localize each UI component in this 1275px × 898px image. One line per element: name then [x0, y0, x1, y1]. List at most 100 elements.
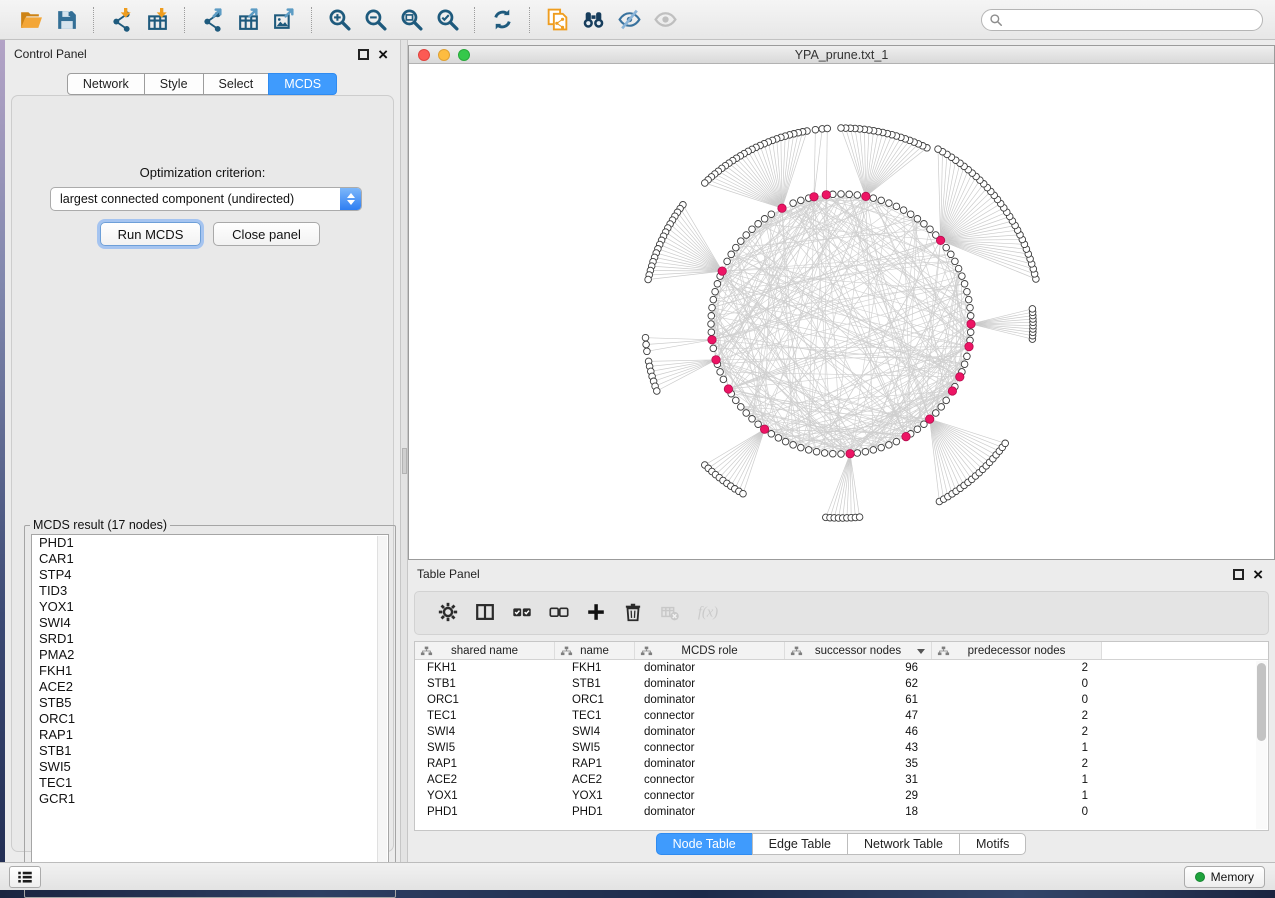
memory-button[interactable]: Memory: [1184, 866, 1265, 888]
copy-network-icon: [545, 7, 570, 32]
mcds-result-item[interactable]: SRD1: [32, 631, 388, 647]
show-all-button[interactable]: [647, 4, 683, 36]
table-row[interactable]: YOX1YOX1connector291: [415, 788, 1268, 804]
show-columns-button[interactable]: [470, 597, 500, 629]
delete-table-button[interactable]: [655, 597, 685, 629]
close-window-icon[interactable]: ×: [378, 49, 388, 60]
mcds-result-item[interactable]: PHD1: [32, 535, 388, 551]
float-window-icon[interactable]: [1233, 569, 1244, 580]
panel-splitter[interactable]: [400, 40, 408, 862]
mcds-result-item[interactable]: FKH1: [32, 663, 388, 679]
export-image-button[interactable]: [266, 4, 302, 36]
mcds-result-item[interactable]: SWI4: [32, 615, 388, 631]
cell-name: YOX1: [555, 790, 635, 802]
refresh-view-button[interactable]: [484, 4, 520, 36]
table-row[interactable]: SWI5SWI5connector431: [415, 740, 1268, 756]
mcds-list-scrollbar[interactable]: [377, 536, 387, 887]
tab-style[interactable]: Style: [144, 73, 204, 95]
table-row[interactable]: ORC1ORC1dominator610: [415, 692, 1268, 708]
table-row[interactable]: PHD1PHD1dominator180: [415, 804, 1268, 820]
mcds-result-item[interactable]: PMA2: [32, 647, 388, 663]
column-label: successor nodes: [815, 645, 901, 657]
table-row[interactable]: TEC1TEC1connector472: [415, 708, 1268, 724]
show-all-icon: [653, 7, 678, 32]
export-network-button[interactable]: [194, 4, 230, 36]
splitter-grip-icon[interactable]: [402, 448, 407, 474]
import-network-button[interactable]: [103, 4, 139, 36]
table-options-button[interactable]: [433, 597, 463, 629]
select-all-rows-button[interactable]: [507, 597, 537, 629]
float-window-icon[interactable]: [358, 49, 369, 60]
mcds-result-item[interactable]: ORC1: [32, 711, 388, 727]
column-header-name[interactable]: name: [555, 642, 635, 659]
mcds-result-item[interactable]: RAP1: [32, 727, 388, 743]
table-row[interactable]: FKH1FKH1dominator962: [415, 660, 1268, 676]
column-header-predecessor-nodes[interactable]: predecessor nodes: [932, 642, 1102, 659]
cell-name: RAP1: [555, 758, 635, 770]
column-header-MCDS-role[interactable]: MCDS role: [635, 642, 785, 659]
tab-select[interactable]: Select: [203, 73, 270, 95]
network-canvas[interactable]: [409, 64, 1274, 559]
mcds-result-item[interactable]: YOX1: [32, 599, 388, 615]
mcds-result-item[interactable]: TEC1: [32, 775, 388, 791]
column-type-icon: [790, 646, 803, 659]
column-label: predecessor nodes: [968, 645, 1066, 657]
save-session-button[interactable]: [48, 4, 84, 36]
cell-name: SWI5: [555, 742, 635, 754]
add-column-button[interactable]: [581, 597, 611, 629]
task-history-button[interactable]: [9, 866, 41, 888]
zoom-out-button[interactable]: [357, 4, 393, 36]
table-row[interactable]: SWI4SWI4dominator462: [415, 724, 1268, 740]
delete-column-button[interactable]: [618, 597, 648, 629]
cell-MCDS-role: connector: [635, 710, 785, 722]
tab-network[interactable]: Network: [67, 73, 145, 95]
mcds-result-item[interactable]: GCR1: [32, 791, 388, 807]
search-input[interactable]: [981, 9, 1263, 31]
optimization-criterion-label: Optimization criterion:: [12, 165, 393, 180]
mcds-result-item[interactable]: ACE2: [32, 679, 388, 695]
tab-node-table[interactable]: Node Table: [656, 833, 753, 855]
tab-edge-table[interactable]: Edge Table: [752, 833, 848, 855]
function-builder-button[interactable]: f(x): [692, 597, 722, 629]
copy-network-button[interactable]: [539, 4, 575, 36]
table-scrollbar[interactable]: [1256, 661, 1267, 829]
table-row[interactable]: STB1STB1dominator620: [415, 676, 1268, 692]
cell-predecessor-nodes: 1: [932, 790, 1102, 802]
select-all-rows-icon: [511, 601, 533, 626]
mcds-result-item[interactable]: TID3: [32, 583, 388, 599]
column-header-shared-name[interactable]: shared name: [415, 642, 555, 659]
table-row[interactable]: ACE2ACE2connector311: [415, 772, 1268, 788]
tab-mcds[interactable]: MCDS: [268, 73, 337, 95]
header-filler: [1102, 642, 1268, 659]
mcds-result-item[interactable]: STP4: [32, 567, 388, 583]
mcds-result-item[interactable]: CAR1: [32, 551, 388, 567]
open-session-button[interactable]: [12, 4, 48, 36]
close-panel-button[interactable]: Close panel: [213, 222, 320, 246]
hide-selected-button[interactable]: [611, 4, 647, 36]
close-window-icon[interactable]: ×: [1253, 569, 1263, 580]
mcds-result-item[interactable]: STB1: [32, 743, 388, 759]
table-row[interactable]: RAP1RAP1dominator352: [415, 756, 1268, 772]
zoom-fit-content-button[interactable]: [393, 4, 429, 36]
clear-selection-button[interactable]: [544, 597, 574, 629]
run-mcds-button[interactable]: Run MCDS: [100, 222, 201, 246]
tab-network-table[interactable]: Network Table: [847, 833, 960, 855]
cell-name: ORC1: [555, 694, 635, 706]
mcds-result-item[interactable]: SWI5: [32, 759, 388, 775]
network-window-titlebar[interactable]: YPA_prune.txt_1: [409, 46, 1274, 64]
optimization-criterion-select[interactable]: largest connected component (undirected): [50, 187, 362, 211]
control-panel: Control Panel × NetworkStyleSelectMCDS O…: [5, 40, 400, 862]
mcds-result-item[interactable]: STB5: [32, 695, 388, 711]
zoom-in-button[interactable]: [321, 4, 357, 36]
scrollbar-thumb[interactable]: [1257, 663, 1266, 741]
tab-motifs[interactable]: Motifs: [959, 833, 1026, 855]
column-header-successor-nodes[interactable]: successor nodes: [785, 642, 932, 659]
zoom-selected-button[interactable]: [429, 4, 465, 36]
cell-successor-nodes: 18: [785, 806, 932, 818]
open-session-icon: [18, 7, 43, 32]
cell-predecessor-nodes: 1: [932, 774, 1102, 786]
find-neighbors-button[interactable]: [575, 4, 611, 36]
cell-successor-nodes: 46: [785, 726, 932, 738]
import-table-button[interactable]: [139, 4, 175, 36]
export-table-button[interactable]: [230, 4, 266, 36]
